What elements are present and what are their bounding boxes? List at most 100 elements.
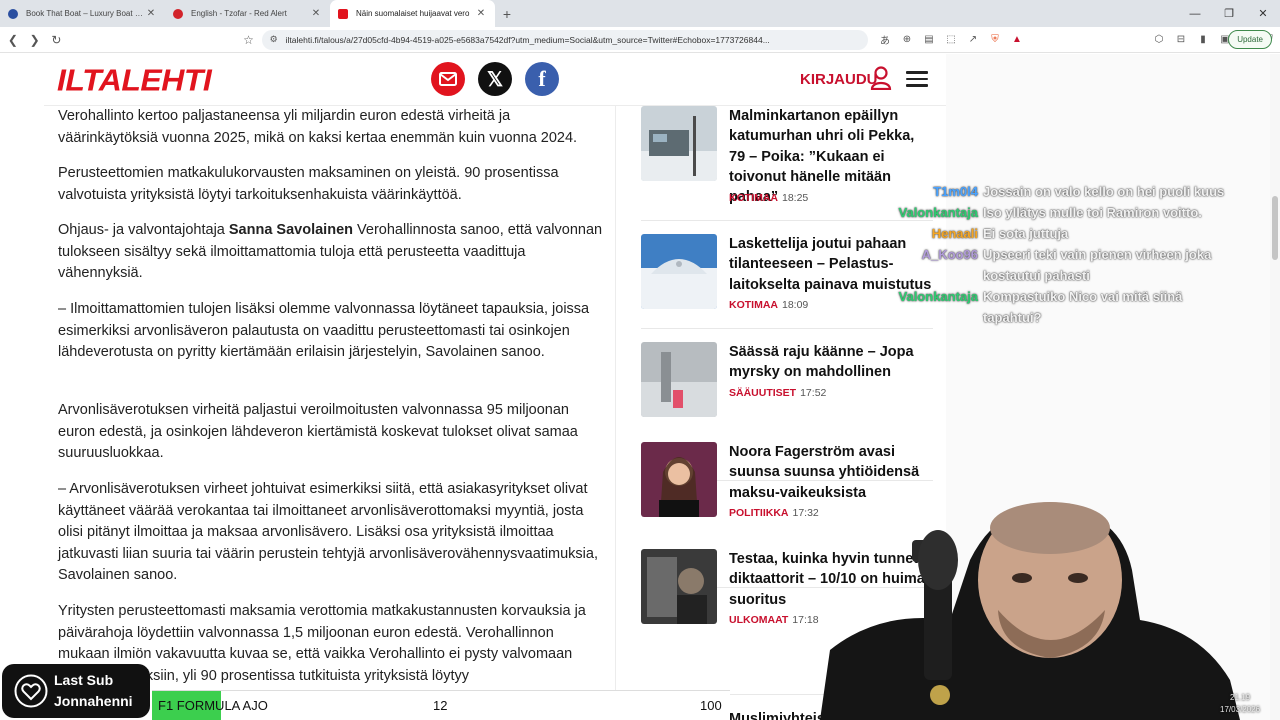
email-share-icon[interactable] xyxy=(431,62,465,96)
quote-prefix: Ohjaus- ja valvontajohtaja xyxy=(58,222,229,238)
tab-close-icon[interactable]: ✕ xyxy=(310,8,322,19)
news-meta: KOTIMAA 18:25 xyxy=(729,192,808,204)
sidebar-icon[interactable]: ▮ xyxy=(1192,34,1214,45)
chat-text: Upseeri teki vain pienen virheen joka xyxy=(983,247,1212,262)
browser-toolbar: ❮ ❯ ↻ ☆ ⚙ iltalehti.fi/talous/a/27d05cfd… xyxy=(0,27,1280,53)
person-name: Sanna Savolainen xyxy=(228,222,353,238)
user-icon[interactable] xyxy=(870,66,892,90)
tab-close-icon[interactable]: ✕ xyxy=(145,8,157,19)
browser-tab-bar: Book That Boat – Luxury Boat Rental ✕ En… xyxy=(0,0,1280,27)
news-time: 18:09 xyxy=(782,299,809,311)
window-controls: — ❐ ✕ xyxy=(1178,0,1280,27)
forward-icon[interactable]: ❯ xyxy=(26,30,44,50)
minimize-icon[interactable]: — xyxy=(1178,0,1212,27)
chat-text: Ei sota juttuja xyxy=(983,226,1069,241)
extensions-icon[interactable]: ⬡ xyxy=(1148,34,1170,45)
chat-username: Valonkantaja xyxy=(898,205,978,220)
tab-title: English - Tzofar - Red Alert xyxy=(191,9,287,18)
browser-tab[interactable]: English - Tzofar - Red Alert ✕ xyxy=(165,0,330,27)
taskbar-clock: 21.19 17/03/2026 xyxy=(1220,692,1260,716)
tab-title: Näin suomalaiset huijaavat vero xyxy=(356,9,470,18)
chat-text: Kompastuiko Nico vai mitä siinä xyxy=(983,289,1183,304)
update-button[interactable]: Update xyxy=(1228,30,1272,49)
goal-label: F1 FORMULA AJO xyxy=(158,698,268,713)
news-meta: KOTIMAA 18:09 xyxy=(729,299,808,311)
news-item[interactable]: Säässä raju käänne – Jopa myrsky on mahd… xyxy=(641,342,933,422)
translate-icon[interactable]: あ xyxy=(874,32,896,47)
login-link[interactable]: KIRJAUDU xyxy=(800,71,878,88)
maximize-icon[interactable]: ❐ xyxy=(1212,0,1246,27)
new-tab-icon[interactable]: + xyxy=(495,0,519,27)
chat-text: Jossain on valo kello on hei puoli kuus xyxy=(983,184,1225,199)
news-thumbnail xyxy=(641,234,717,309)
article-paragraph: – Arvonlisäverotuksen virheet johtuivat … xyxy=(58,481,598,584)
last-sub-text: Last Sub Jonnahenni xyxy=(54,670,133,712)
x-share-icon[interactable]: 𝕏 xyxy=(478,62,512,96)
news-headline[interactable]: Noora Fagerström avasi suunsa suunsa yht… xyxy=(729,442,933,503)
news-time: 17:52 xyxy=(800,387,827,399)
divider xyxy=(641,328,933,329)
last-sub-widget: Last Sub Jonnahenni xyxy=(2,664,150,718)
reader-icon[interactable]: ▤ xyxy=(918,34,940,45)
news-meta: SÄÄUUTISET 17:52 xyxy=(729,387,826,399)
browser-tab-active[interactable]: Näin suomalaiset huijaavat vero ✕ xyxy=(330,0,495,27)
news-category[interactable]: KOTIMAA xyxy=(729,299,778,311)
tab-favicon-icon xyxy=(338,8,348,19)
heart-icon xyxy=(14,674,48,708)
close-window-icon[interactable]: ✕ xyxy=(1246,0,1280,27)
news-category[interactable]: KOTIMAA xyxy=(729,192,778,204)
chat-text: tapahtui? xyxy=(983,310,1042,325)
clock-time: 21.19 xyxy=(1230,693,1251,702)
chat-username: A_Koo96 xyxy=(921,247,978,262)
chat-text: kostautui pahasti xyxy=(983,268,1090,283)
article-paragraph: Perusteettomien matkakulukorvausten maks… xyxy=(58,165,559,203)
tab-favicon-icon xyxy=(173,8,183,19)
news-thumbnail xyxy=(641,442,717,517)
site-info-icon[interactable]: ⚙ xyxy=(270,34,278,45)
news-item[interactable]: Laskettelija joutui pahaan tilanteeseen … xyxy=(641,234,933,324)
chat-text: Iso yllätys mulle toi Ramiron voitto. xyxy=(983,205,1202,220)
hamburger-menu-icon[interactable] xyxy=(906,71,928,87)
news-thumbnail xyxy=(641,106,717,181)
article-paragraph: – Ilmoittamattomien tulojen lisäksi olem… xyxy=(58,301,590,361)
tab-search-icon[interactable]: ⊟ xyxy=(1170,34,1192,45)
chat-username: T1m0l4 xyxy=(933,184,978,199)
screenshot-icon[interactable]: ⬚ xyxy=(940,34,962,45)
news-item[interactable]: Malminkartanon epäillyn katumurhan uhri … xyxy=(641,106,933,206)
article-body: Verohallinto kertoo paljastaneensa yli m… xyxy=(44,106,616,720)
last-sub-label: Last Sub xyxy=(54,672,114,688)
scrollbar-thumb[interactable] xyxy=(1272,196,1278,260)
article-paragraph: Arvonlisäverotuksen virheitä paljastui v… xyxy=(58,402,578,462)
news-time: 18:25 xyxy=(782,192,809,204)
article-paragraph: Verohallinto kertoo paljastaneensa yli m… xyxy=(58,108,578,146)
goal-current: 12 xyxy=(433,698,448,713)
reload-icon[interactable]: ↻ xyxy=(48,30,66,50)
brave-shield-icon[interactable]: ⛨ xyxy=(984,34,1006,45)
goal-progress-bar: F1 FORMULA AJO 12 100 xyxy=(152,690,730,720)
article-paragraph: Ohjaus- ja valvontajohtaja Sanna Savolai… xyxy=(58,220,608,285)
tab-title: Book That Boat – Luxury Boat Rental xyxy=(26,9,145,18)
facebook-share-icon[interactable]: f xyxy=(525,62,559,96)
goal-target: 100 xyxy=(700,698,722,713)
tab-favicon-icon xyxy=(8,8,18,19)
rewards-icon[interactable]: ▲ xyxy=(1006,34,1028,45)
clock-date: 17/03/2026 xyxy=(1220,705,1261,714)
url-text: iltalehti.fi/talous/a/27d05cfd-4b94-4519… xyxy=(285,34,770,45)
news-headline[interactable]: Säässä raju käänne – Jopa myrsky on mahd… xyxy=(729,342,933,383)
news-thumbnail xyxy=(641,549,717,624)
browser-tab[interactable]: Book That Boat – Luxury Boat Rental ✕ xyxy=(0,0,165,27)
address-bar[interactable]: ⚙ iltalehti.fi/talous/a/27d05cfd-4b94-45… xyxy=(261,29,868,50)
last-sub-name: Jonnahenni xyxy=(54,693,133,709)
zoom-icon[interactable]: ⊕ xyxy=(896,34,918,45)
site-header: ILTALEHTI 𝕏 f KIRJAUDU xyxy=(44,54,946,106)
bookmark-icon[interactable]: ☆ xyxy=(241,33,255,47)
chat-username: Henaali xyxy=(931,226,978,241)
back-icon[interactable]: ❮ xyxy=(4,30,22,50)
site-logo[interactable]: ILTALEHTI xyxy=(57,63,212,98)
news-category[interactable]: SÄÄUUTISET xyxy=(729,387,796,399)
tab-close-icon[interactable]: ✕ xyxy=(475,8,487,19)
webcam-overlay xyxy=(820,502,1240,720)
chat-username: Valonkantaja xyxy=(898,289,978,304)
toolbar-icons: あ ⊕ ▤ ⬚ ↗ ⛨ ▲ xyxy=(874,32,1028,47)
share-icon[interactable]: ↗ xyxy=(962,34,984,45)
